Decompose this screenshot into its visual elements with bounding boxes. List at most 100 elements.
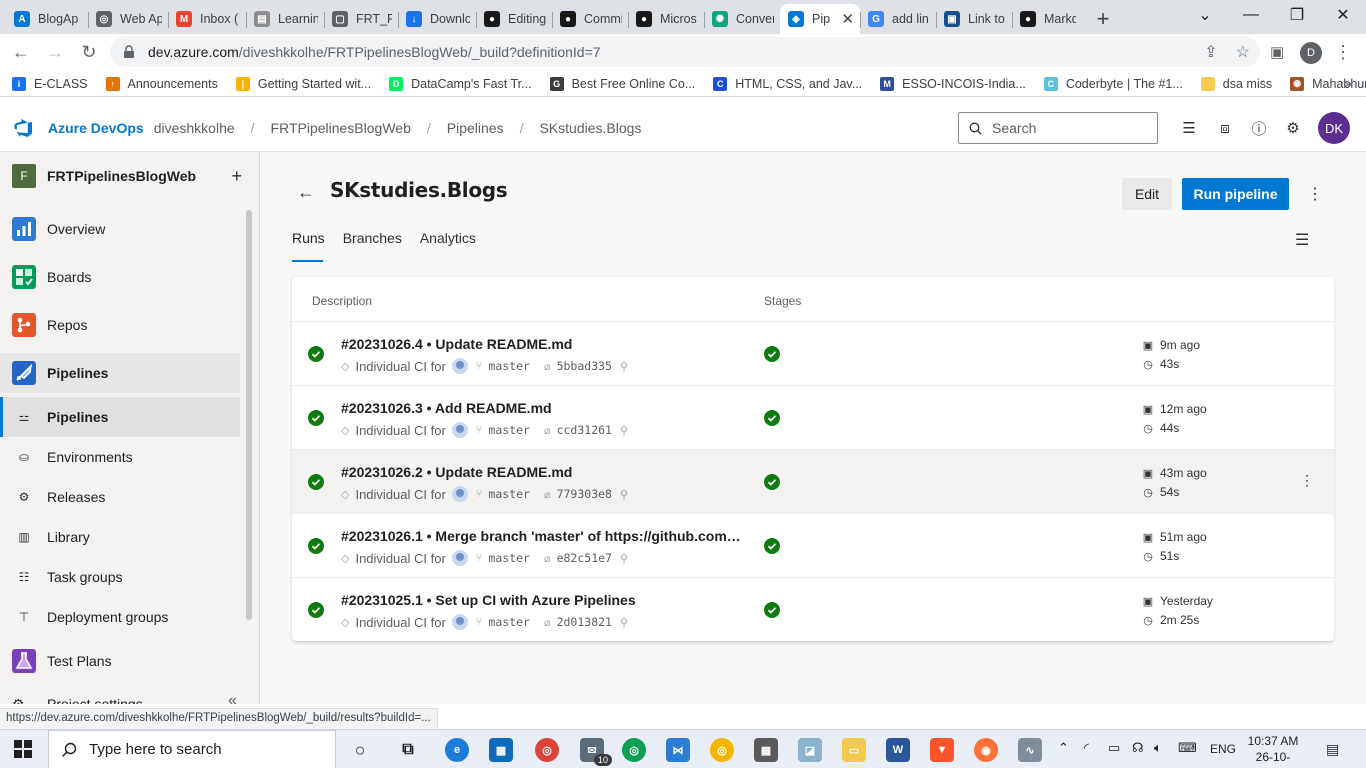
browser-tab[interactable]: M Inbox ( bbox=[168, 4, 246, 34]
marketplace-bag-icon[interactable]: ⧈ bbox=[1216, 119, 1234, 137]
tab-close-icon[interactable]: ✕ bbox=[841, 10, 854, 28]
browser-tab[interactable]: ▤ Learnin bbox=[246, 4, 324, 34]
bookmark-item[interactable]: C HTML, CSS, and Jav... bbox=[713, 76, 862, 91]
tab-analytics[interactable]: Analytics bbox=[420, 230, 476, 262]
brand-name[interactable]: Azure DevOps bbox=[48, 120, 144, 136]
breadcrumb-org[interactable]: diveshkkolhe bbox=[154, 120, 235, 136]
chrome-profile-icon[interactable]: ◎ bbox=[622, 738, 646, 762]
wifi-icon[interactable]: ☊ bbox=[1132, 740, 1144, 756]
browser-tab[interactable]: ● Editing bbox=[476, 4, 552, 34]
file-explorer-icon[interactable]: ▭ bbox=[842, 738, 866, 762]
bookmark-item[interactable]: | Getting Started wit... bbox=[235, 76, 371, 91]
side-panel-icon[interactable]: ▣ bbox=[1270, 43, 1284, 61]
browser-tab[interactable]: ● Markd bbox=[1012, 4, 1082, 34]
window-close-icon[interactable]: ✕ bbox=[1320, 0, 1366, 30]
bookmark-item[interactable]: D DataCamp's Fast Tr... bbox=[389, 76, 532, 91]
run-row[interactable]: #20231026.1 • Merge branch 'master' of h… bbox=[292, 514, 1334, 578]
taskbar-search[interactable]: Type here to search bbox=[48, 730, 336, 768]
run-row[interactable]: #20231026.4 • Update README.md ◇ Individua… bbox=[292, 322, 1334, 386]
nav-project-settings[interactable]: ⚙ Project settings bbox=[0, 684, 240, 705]
row-more-icon[interactable]: ⋮ bbox=[1300, 472, 1314, 489]
project-switcher[interactable]: F FRTPipelinesBlogWeb + bbox=[0, 152, 259, 200]
bookmark-item[interactable]: M ESSO-INCOIS-India... bbox=[880, 76, 1026, 91]
browser-tab[interactable]: ◈ Pip ✕ bbox=[780, 4, 860, 34]
run-title[interactable]: #20231026.1 • Merge branch 'master' of h… bbox=[341, 528, 743, 544]
breadcrumb-project[interactable]: FRTPipelinesBlogWeb bbox=[271, 120, 411, 136]
bookmark-item[interactable]: i E-CLASS bbox=[12, 76, 88, 91]
back-arrow-icon[interactable]: ← bbox=[297, 182, 315, 203]
bookmark-item[interactable]: ◉ Mahabhumi bbox=[1290, 76, 1366, 91]
pin-icon[interactable]: ⚲ bbox=[620, 616, 628, 629]
run-branch[interactable]: master bbox=[488, 615, 530, 629]
bookmark-item[interactable]: dsa miss bbox=[1200, 76, 1272, 91]
stage-status[interactable] bbox=[764, 474, 780, 490]
cortana-icon[interactable]: ○ bbox=[348, 738, 372, 762]
user-settings-icon[interactable]: ⚙ bbox=[1284, 119, 1302, 137]
snipping-icon[interactable]: ◪ bbox=[798, 738, 822, 762]
browser-tab[interactable]: ● Micros bbox=[628, 4, 704, 34]
more-actions-icon[interactable]: ⋮ bbox=[1307, 184, 1323, 204]
run-commit[interactable]: 2d013821 bbox=[557, 615, 612, 629]
notifications-icon[interactable]: ▤ bbox=[1326, 741, 1339, 758]
stage-status[interactable] bbox=[764, 410, 780, 426]
run-commit[interactable]: e82c51e7 bbox=[557, 551, 612, 565]
run-commit[interactable]: 779303e8 bbox=[557, 487, 612, 501]
browser-tab[interactable]: Gadd lin bbox=[860, 4, 936, 34]
word-icon[interactable]: W bbox=[886, 738, 910, 762]
show-hidden-icons[interactable]: ⌃ bbox=[1058, 740, 1069, 756]
help-icon[interactable]: ⓘ bbox=[1250, 119, 1268, 138]
pin-icon[interactable]: ⚲ bbox=[620, 552, 628, 565]
bookmark-item[interactable]: ↑ Announcements bbox=[105, 76, 218, 91]
bookmark-star-icon[interactable]: ☆ bbox=[1236, 42, 1250, 62]
firefox-icon[interactable]: ◉ bbox=[974, 738, 998, 762]
bookmarks-overflow-icon[interactable]: » bbox=[1344, 75, 1352, 91]
nav-deployment-groups[interactable]: ⊤ Deployment groups bbox=[0, 597, 240, 637]
nav-repos[interactable]: Repos bbox=[0, 305, 240, 345]
nav-pipelines-group[interactable]: Pipelines bbox=[0, 353, 240, 393]
run-pipeline-button[interactable]: Run pipeline bbox=[1182, 178, 1289, 210]
run-row[interactable]: #20231026.2 • Update README.md ◇ Individua… bbox=[292, 450, 1334, 514]
share-icon[interactable]: ⇪ bbox=[1204, 42, 1217, 62]
nav-library[interactable]: ▥ Library bbox=[0, 517, 240, 557]
run-branch[interactable]: master bbox=[488, 551, 530, 565]
edge-icon[interactable]: e bbox=[445, 738, 469, 762]
nav-pipelines[interactable]: ⚍ Pipelines bbox=[0, 397, 240, 437]
nav-boards[interactable]: Boards bbox=[0, 257, 240, 297]
add-icon[interactable]: + bbox=[231, 166, 242, 187]
chrome-icon[interactable]: ◎ bbox=[535, 738, 559, 762]
task-list-icon[interactable]: ☰ bbox=[1180, 119, 1198, 137]
breadcrumb-section[interactable]: Pipelines bbox=[447, 120, 504, 136]
nav-task-groups[interactable]: ☷ Task groups bbox=[0, 557, 240, 597]
nav-test-plans[interactable]: Test Plans bbox=[0, 641, 240, 681]
clock[interactable]: 10:37 AM 26-10-2023 bbox=[1244, 733, 1302, 768]
chrome-alt-icon[interactable]: ◎ bbox=[710, 738, 734, 762]
run-branch[interactable]: master bbox=[488, 423, 530, 437]
run-title[interactable]: #20231026.4 • Update README.md bbox=[341, 336, 743, 352]
reload-icon[interactable]: ↻ bbox=[72, 36, 106, 70]
nav-releases[interactable]: ⚙ Releases bbox=[0, 477, 240, 517]
run-row[interactable]: #20231026.3 • Add README.md ◇ Individual C… bbox=[292, 386, 1334, 450]
resource-monitor-icon[interactable]: ∿ bbox=[1018, 738, 1042, 762]
pin-icon[interactable]: ⚲ bbox=[620, 360, 628, 373]
brave-icon[interactable]: ▼ bbox=[930, 738, 954, 762]
battery-icon[interactable]: ▭ bbox=[1108, 740, 1120, 756]
run-title[interactable]: #20231025.1 • Set up CI with Azure Pipel… bbox=[341, 592, 743, 608]
run-row[interactable]: #20231025.1 • Set up CI with Azure Pipel… bbox=[292, 578, 1334, 641]
browser-tab[interactable]: ◎ Web Ap bbox=[88, 4, 168, 34]
search-box[interactable]: Search bbox=[958, 112, 1158, 144]
stage-status[interactable] bbox=[764, 346, 780, 362]
breadcrumb-pipeline[interactable]: SKstudies.Blogs bbox=[539, 120, 641, 136]
bookmark-item[interactable]: G Best Free Online Co... bbox=[549, 76, 695, 91]
volume-icon[interactable]: 🔈︎ bbox=[1154, 740, 1162, 756]
task-view-icon[interactable]: ⧉ bbox=[396, 738, 420, 762]
run-branch[interactable]: master bbox=[488, 359, 530, 373]
network-icon[interactable]: ◜ bbox=[1084, 740, 1089, 756]
run-commit[interactable]: 5bbad335 bbox=[557, 359, 612, 373]
forward-icon[interactable]: → bbox=[38, 36, 72, 70]
run-branch[interactable]: master bbox=[488, 487, 530, 501]
nav-overview[interactable]: Overview bbox=[0, 209, 240, 249]
stage-status[interactable] bbox=[764, 602, 780, 618]
browser-tab[interactable]: ↓ Downlo bbox=[398, 4, 476, 34]
browser-tab[interactable]: A BlogAp bbox=[6, 4, 88, 34]
edit-button[interactable]: Edit bbox=[1122, 178, 1172, 210]
